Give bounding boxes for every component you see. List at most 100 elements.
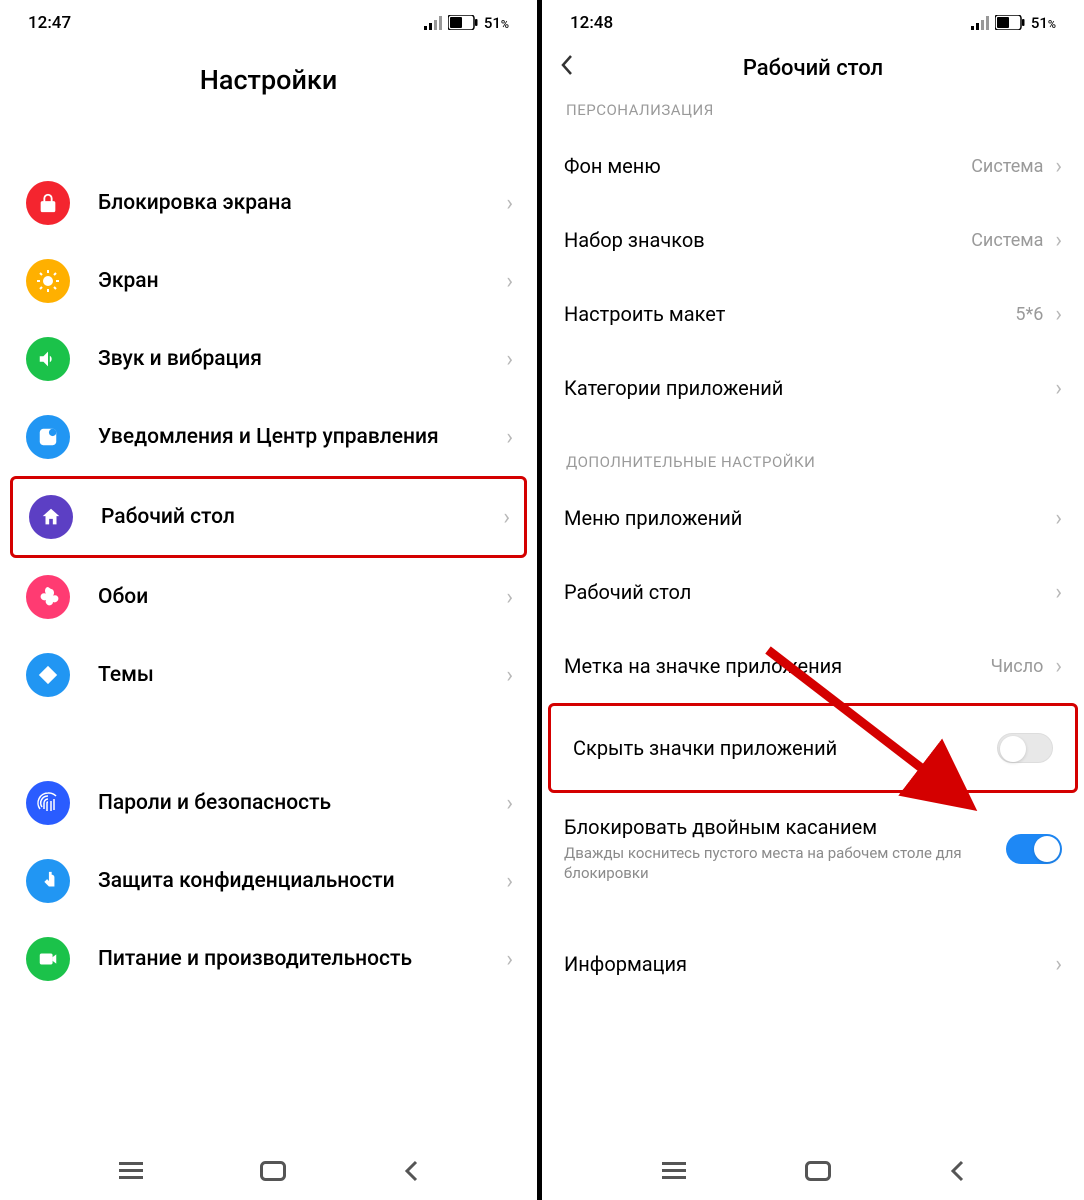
section-header-additional: ДОПОЛНИТЕЛЬНЫЕ НАСТРОЙКИ: [542, 447, 1084, 481]
chevron-right-icon: ›: [506, 425, 513, 450]
nav-recent-icon[interactable]: [119, 1162, 143, 1180]
setting-value: 5*6: [1015, 304, 1043, 325]
setting-label: Категории приложений: [564, 376, 1055, 401]
double-tap-lock-toggle[interactable]: [1006, 834, 1062, 864]
section-header-personalization: ПЕРСОНАЛИЗАЦИЯ: [542, 95, 1084, 129]
back-button[interactable]: [560, 53, 574, 84]
settings-row[interactable]: Уведомления и Центр управления ›: [10, 398, 527, 476]
setting-row[interactable]: Метка на значке приложения Число ›: [542, 629, 1084, 703]
nav-recent-icon[interactable]: [662, 1162, 686, 1180]
chevron-right-icon: ›: [1055, 154, 1062, 179]
settings-row[interactable]: Темы ›: [10, 636, 527, 714]
chevron-right-icon: ›: [1055, 952, 1062, 977]
settings-row-label: Обои: [98, 584, 506, 610]
lock-icon: [26, 181, 70, 225]
chevron-right-icon: ›: [1055, 654, 1062, 679]
setting-label: Настроить макет: [564, 302, 1015, 327]
battery-pct: 51: [1031, 14, 1048, 32]
chevron-right-icon: ›: [506, 663, 513, 688]
settings-row[interactable]: Блокировка экрана ›: [10, 164, 527, 242]
page-header: Рабочий стол: [542, 40, 1084, 95]
setting-row[interactable]: Меню приложений ›: [542, 481, 1084, 555]
hide-app-icons-row[interactable]: Скрыть значки приложений: [548, 703, 1078, 793]
setting-label: Фон меню: [564, 154, 971, 179]
battery-icon: [448, 15, 478, 30]
hide-app-icons-label: Скрыть значки приложений: [573, 736, 997, 761]
settings-row[interactable]: Рабочий стол ›: [10, 476, 527, 558]
chevron-right-icon: ›: [506, 947, 513, 972]
setting-row[interactable]: Набор значков Система ›: [542, 203, 1084, 277]
nav-home-icon[interactable]: [805, 1161, 831, 1181]
status-time: 12:48: [570, 13, 613, 33]
nav-back-icon[interactable]: [950, 1160, 964, 1182]
setting-label: Набор значков: [564, 228, 971, 253]
chevron-right-icon: ›: [503, 505, 510, 530]
status-time: 12:47: [28, 13, 71, 33]
settings-row-label: Защита конфиденциальности: [98, 868, 506, 894]
double-tap-lock-sub: Дважды коснитесь пустого места на рабоче…: [564, 844, 1006, 883]
double-tap-lock-label: Блокировать двойным касанием: [564, 815, 1006, 840]
desktop-settings-screen: 12:48 51% Рабочий стол ПЕРСОНАЛИЗАЦИЯ Фо…: [542, 0, 1084, 1200]
nav-back-icon[interactable]: [404, 1160, 418, 1182]
setting-row[interactable]: Фон меню Система ›: [542, 129, 1084, 203]
chevron-right-icon: ›: [1055, 228, 1062, 253]
camera-icon: [26, 937, 70, 981]
settings-row-label: Экран: [98, 268, 506, 294]
setting-row[interactable]: Рабочий стол ›: [542, 555, 1084, 629]
chevron-right-icon: ›: [506, 791, 513, 816]
setting-value: Система: [971, 230, 1043, 251]
settings-row[interactable]: Защита конфиденциальности ›: [10, 842, 527, 920]
page-title: Рабочий стол: [743, 56, 883, 81]
settings-row-label: Пароли и безопасность: [98, 790, 506, 816]
chevron-right-icon: ›: [1055, 302, 1062, 327]
page-title: Настройки: [200, 64, 338, 96]
battery-pct: 51: [484, 14, 501, 32]
chevron-right-icon: ›: [506, 585, 513, 610]
setting-label: Меню приложений: [564, 506, 1055, 531]
finger-icon: [26, 781, 70, 825]
chevron-right-icon: ›: [506, 347, 513, 372]
setting-row[interactable]: Настроить макет 5*6 ›: [542, 277, 1084, 351]
flower-icon: [26, 575, 70, 619]
nav-bar: [0, 1142, 537, 1200]
chevron-right-icon: ›: [1055, 506, 1062, 531]
double-tap-lock-row[interactable]: Блокировать двойным касанием Дважды косн…: [542, 793, 1084, 905]
settings-row-label: Питание и производительность: [98, 946, 506, 972]
status-bar: 12:47 51%: [0, 0, 537, 40]
setting-label: Метка на значке приложения: [564, 654, 991, 679]
information-row[interactable]: Информация ›: [542, 927, 1084, 1001]
sun-icon: [26, 259, 70, 303]
chevron-right-icon: ›: [1055, 376, 1062, 401]
hand-icon: [26, 859, 70, 903]
notif-icon: [26, 415, 70, 459]
page-header: Настройки: [0, 40, 537, 128]
settings-row[interactable]: Экран ›: [10, 242, 527, 320]
settings-row[interactable]: Питание и производительность ›: [10, 920, 527, 998]
settings-row[interactable]: Звук и вибрация ›: [10, 320, 527, 398]
setting-label: Рабочий стол: [564, 580, 1055, 605]
settings-row-label: Темы: [98, 662, 506, 688]
signal-icon: [971, 16, 989, 30]
nav-bar: [542, 1142, 1084, 1200]
settings-row-label: Рабочий стол: [101, 504, 503, 530]
chevron-right-icon: ›: [506, 191, 513, 216]
chevron-right-icon: ›: [506, 869, 513, 894]
hide-app-icons-toggle[interactable]: [997, 733, 1053, 763]
settings-row-label: Уведомления и Центр управления: [98, 424, 506, 450]
chevron-right-icon: ›: [506, 269, 513, 294]
battery-icon: [995, 15, 1025, 30]
setting-value: Число: [991, 656, 1044, 677]
settings-list[interactable]: Блокировка экрана › Экран › Звук и вибра…: [0, 128, 537, 1142]
setting-row[interactable]: Категории приложений ›: [542, 351, 1084, 425]
signal-icon: [424, 16, 442, 30]
settings-row-label: Звук и вибрация: [98, 346, 506, 372]
home-icon: [29, 495, 73, 539]
settings-row[interactable]: Пароли и безопасность ›: [10, 764, 527, 842]
speaker-icon: [26, 337, 70, 381]
settings-row-label: Блокировка экрана: [98, 190, 506, 216]
diamond-icon: [26, 653, 70, 697]
setting-value: Система: [971, 156, 1043, 177]
settings-row[interactable]: Обои ›: [10, 558, 527, 636]
chevron-right-icon: ›: [1055, 580, 1062, 605]
nav-home-icon[interactable]: [260, 1161, 286, 1181]
